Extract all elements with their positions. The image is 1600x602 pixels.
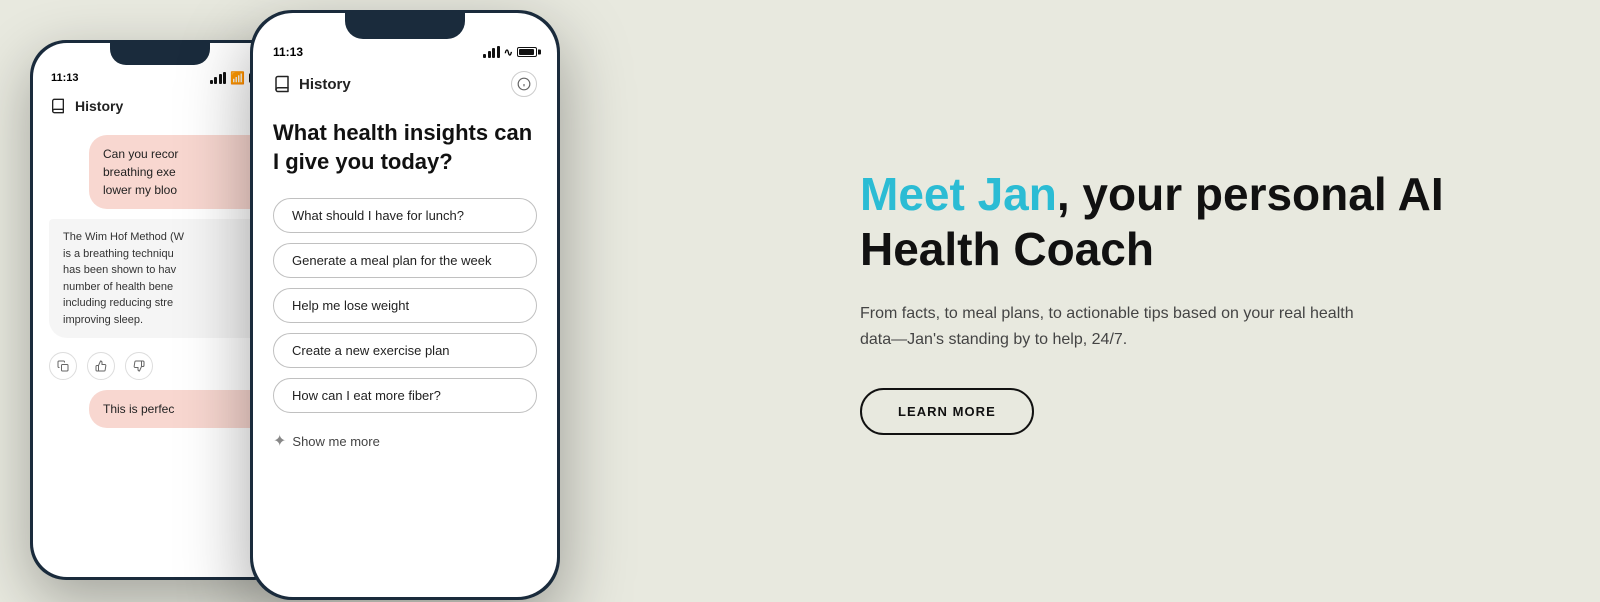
subtext: From facts, to meal plans, to actionable…	[860, 301, 1380, 352]
back-history-label: History	[75, 98, 123, 114]
front-time: 11:13	[273, 45, 303, 59]
front-signal-icon	[483, 46, 500, 58]
phone-front: 11:13 ∿ History	[250, 10, 560, 600]
front-wifi-icon: ∿	[504, 46, 513, 59]
show-more-button[interactable]: ✦ Show me more	[273, 423, 537, 459]
info-button[interactable]	[511, 71, 537, 97]
copy-icon[interactable]	[49, 352, 77, 380]
back-user-bubble-2: This is perfec	[89, 390, 271, 428]
history-book-icon	[49, 97, 67, 115]
suggestion-chip-3[interactable]: Help me lose weight	[273, 288, 537, 323]
front-status-icons: ∿	[483, 46, 537, 59]
front-notch	[345, 13, 465, 39]
thumbs-down-icon[interactable]	[125, 352, 153, 380]
back-time: 11:13	[51, 72, 79, 84]
back-notch	[110, 43, 210, 65]
back-chat-content: Can you recorbreathing exelower my bloo …	[33, 127, 287, 436]
back-ai-bubble: The Wim Hof Method (Wis a breathing tech…	[49, 219, 271, 338]
headline-accent: Meet Jan	[860, 168, 1057, 220]
main-question-text: What health insights can I give you toda…	[273, 119, 537, 176]
suggestion-chip-4[interactable]: Create a new exercise plan	[273, 333, 537, 368]
front-header-left: History	[273, 75, 351, 93]
learn-more-button[interactable]: LEARN MORE	[860, 388, 1034, 435]
suggestion-chip-5[interactable]: How can I eat more fiber?	[273, 378, 537, 413]
suggestion-chip-2[interactable]: Generate a meal plan for the week	[273, 243, 537, 278]
thumbs-up-icon[interactable]	[87, 352, 115, 380]
front-main-content: What health insights can I give you toda…	[253, 109, 557, 459]
wifi-icon: 📶	[230, 71, 245, 85]
signal-icon	[210, 72, 227, 84]
phones-section: 11:13 📶 History	[0, 0, 780, 602]
show-more-label: Show me more	[292, 434, 379, 449]
text-section: Meet Jan, your personal AI Health Coach …	[780, 107, 1600, 496]
suggestion-chip-1[interactable]: What should I have for lunch?	[273, 198, 537, 233]
front-battery-icon	[517, 47, 537, 57]
front-history-label: History	[299, 76, 351, 93]
back-header: History	[33, 93, 287, 127]
sparkle-icon: ✦	[273, 431, 286, 451]
front-history-book-icon	[273, 75, 291, 93]
back-user-bubble-1: Can you recorbreathing exelower my bloo	[89, 135, 271, 209]
back-chat-actions	[49, 348, 271, 390]
front-header: History	[253, 67, 557, 109]
main-headline: Meet Jan, your personal AI Health Coach	[860, 167, 1520, 277]
